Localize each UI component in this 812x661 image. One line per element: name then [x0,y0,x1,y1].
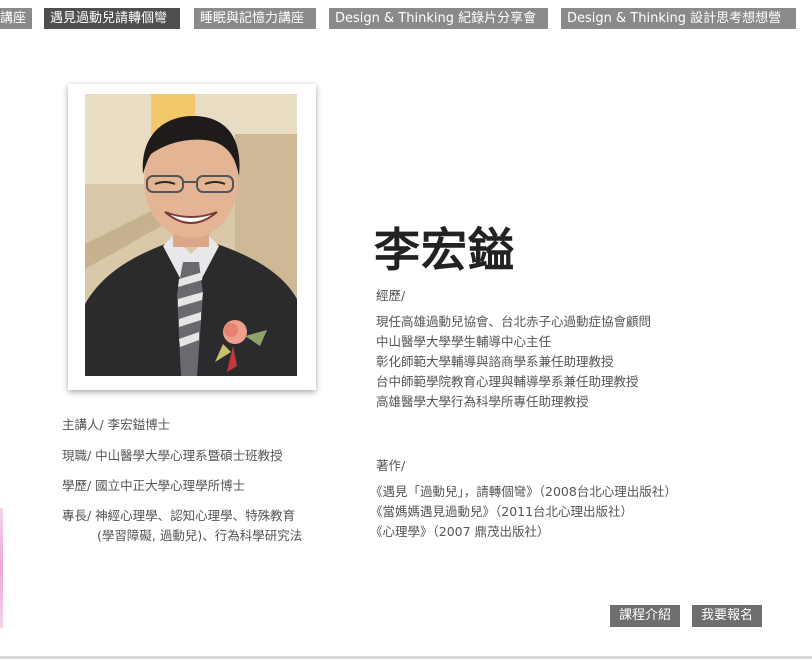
experience-item: 高雄醫學大學行為科學所專任助理教授 [376,394,589,409]
publication-item: 《當媽媽遇見過動兒》（2011台北心理出版社） [370,504,634,519]
tab-documentary-share[interactable]: Design & Thinking 紀錄片分享會 [329,8,548,29]
bottom-divider [0,656,812,659]
education-text: 學歷/ 國立中正大學心理學所博士 [62,478,246,493]
register-button[interactable]: 我要報名 [692,605,763,627]
tab-design-camp[interactable]: Design & Thinking 設計思考想想營 [561,8,796,29]
presenter-text: 主講人/ 李宏鎰博士 [62,417,171,432]
left-edge-decoration [0,508,3,628]
specialty-text: 專長/ 神經心理學、認知心理學、特殊教育 [62,508,296,523]
speaker-name: 李宏鎰 [374,223,515,277]
experience-item: 現任高雄過動兒協會、台北赤子心過動症協會顧問 [376,314,652,329]
course-intro-button[interactable]: 課程介紹 [610,605,681,627]
speaker-photo [85,94,297,376]
tab-adhd-talk[interactable]: 遇見過動兒請轉個彎 [44,8,180,29]
speaker-portrait-icon [85,94,297,376]
publication-item: 《遇見「過動兒」，請轉個彎》（2008台北心理出版社） [370,484,677,499]
experience-item: 中山醫學大學學生輔導中心主任 [376,334,552,349]
tab-sleep-memory[interactable]: 睡眠與記憶力講座 [194,8,316,29]
experience-item: 彰化師範大學輔導與諮商學系兼任助理教授 [376,354,614,369]
specialty-text-continued: (學習障礙, 過動兒)、行為科學研究法 [97,528,303,543]
current-job-text: 現職/ 中山醫學大學心理系暨碩士班教授 [62,448,283,463]
publications-label: 著作/ [376,458,406,473]
experience-label: 經歷/ [376,288,406,303]
publications-list: 《遇見「過動兒」，請轉個彎》（2008台北心理出版社） 《當媽媽遇見過動兒》（2… [370,482,677,542]
tab-lectures[interactable]: 講座 [0,8,32,29]
photo-frame [68,84,316,390]
experience-item: 台中師範學院教育心理與輔導學系兼任助理教授 [376,374,639,389]
publication-item: 《心理學》（2007 鼎茂出版社） [370,524,550,539]
top-nav: 講座 遇見過動兒請轉個彎 睡眠與記憶力講座 Design & Thinking … [0,8,812,30]
experience-list: 現任高雄過動兒協會、台北赤子心過動症協會顧問 中山醫學大學學生輔導中心主任 彰化… [376,312,651,412]
